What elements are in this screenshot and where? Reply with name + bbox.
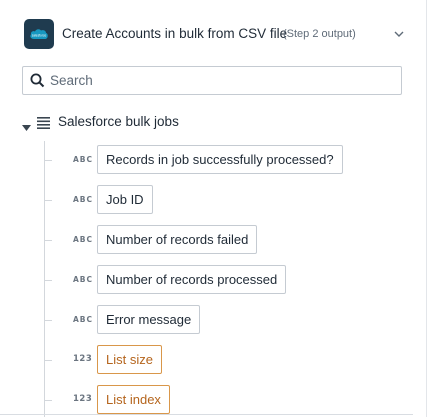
tree-root-label: Salesforce bulk jobs — [58, 114, 179, 129]
output-panel: salesforce Create Accounts in bulk from … — [0, 0, 427, 417]
type-tag-text: ABC — [73, 195, 94, 204]
list-icon — [37, 116, 50, 129]
tree-branch — [44, 160, 52, 161]
field-pill[interactable]: Job ID — [97, 185, 153, 214]
step-subtitle: (Step 2 output) — [283, 28, 356, 40]
type-tag-text: ABC — [73, 235, 94, 244]
tree-branch — [44, 200, 52, 201]
list-item: ABC Error message — [44, 305, 404, 335]
tree-branch — [44, 240, 52, 241]
type-tag-text: ABC — [73, 155, 94, 164]
list-item: ABC Number of records processed — [44, 265, 404, 295]
step-title: Create Accounts in bulk from CSV file — [62, 26, 288, 41]
list-item: ABC Records in job successfully processe… — [44, 145, 404, 175]
type-tag-text: ABC — [73, 275, 94, 284]
tree-branch — [44, 280, 52, 281]
tree-branch — [44, 320, 52, 321]
list-item: ABC Number of records failed — [44, 225, 404, 255]
type-tag-number: 123 — [73, 394, 93, 404]
chevron-down-icon[interactable] — [392, 27, 406, 41]
divider — [0, 414, 413, 415]
list-item: ABC Job ID — [44, 185, 404, 215]
list-item: 123 List size — [44, 345, 404, 375]
caret-down-icon[interactable] — [22, 119, 31, 131]
field-pill[interactable]: List size — [97, 345, 162, 374]
type-tag-number: 123 — [73, 354, 93, 364]
tree-branch — [44, 360, 52, 361]
field-pill[interactable]: Number of records processed — [97, 265, 287, 294]
salesforce-logo: salesforce — [24, 19, 54, 49]
search-input[interactable] — [50, 69, 390, 92]
field-pill[interactable]: Error message — [97, 305, 201, 334]
tree-root-salesforce-bulk-jobs[interactable]: Salesforce bulk jobs — [22, 113, 322, 133]
step-header[interactable]: salesforce Create Accounts in bulk from … — [24, 19, 414, 51]
svg-text:salesforce: salesforce — [32, 34, 47, 38]
tree-branch — [44, 400, 52, 401]
search-box — [22, 66, 402, 95]
field-pill[interactable]: List index — [97, 385, 170, 414]
search-icon — [30, 73, 45, 88]
field-pill[interactable]: Number of records failed — [97, 225, 258, 254]
salesforce-cloud-icon: salesforce — [30, 29, 48, 39]
type-tag-text: ABC — [73, 315, 94, 324]
field-pill[interactable]: Records in job successfully processed? — [97, 145, 343, 174]
list-item: 123 List index — [44, 385, 404, 415]
